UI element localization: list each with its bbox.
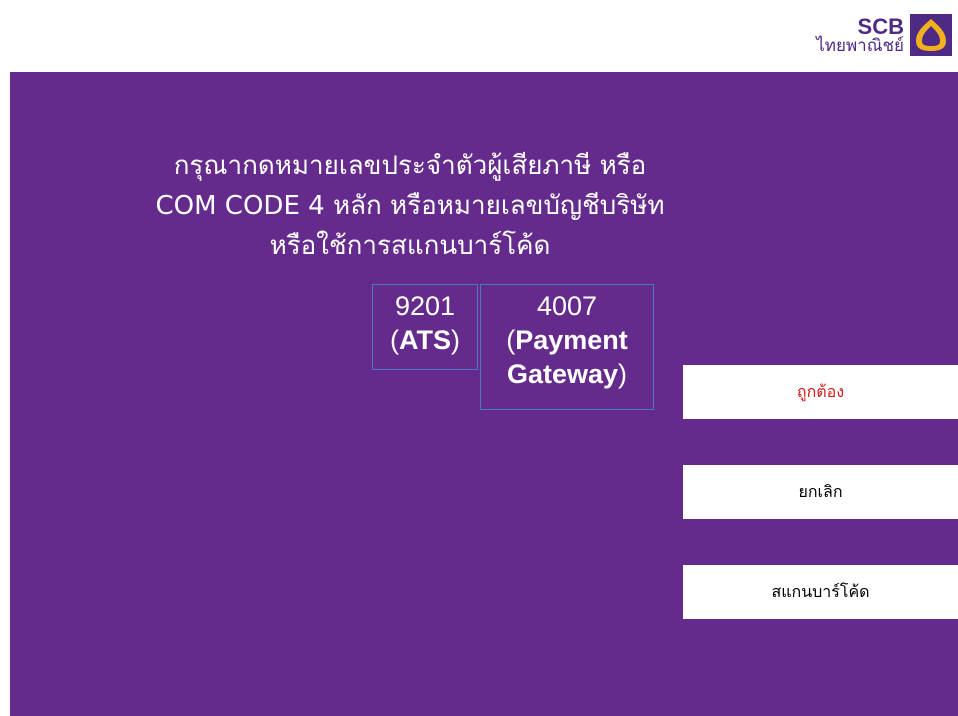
code-box-ats: 9201 (ATS) xyxy=(372,284,478,370)
code-number: 4007 xyxy=(536,291,598,321)
instruction-line-1: กรุณากดหมายเลขประจำตัวผู้เสียภาษี หรือ xyxy=(173,151,647,181)
code-box-payment-gateway: 4007 (Payment Gateway) xyxy=(480,284,654,410)
scb-logo: SCB ไทยพาณิชย์ xyxy=(816,14,952,56)
instruction-text: กรุณากดหมายเลขประจำตัวผู้เสียภาษี หรือ C… xyxy=(10,146,810,266)
logo-brand-name: SCB xyxy=(857,13,904,39)
confirm-button[interactable]: ถูกต้อง xyxy=(683,365,958,419)
scan-barcode-button[interactable]: สแกนบาร์โค้ด xyxy=(683,565,958,619)
code-label-line-1: (Payment xyxy=(506,325,628,355)
instruction-line-3: หรือใช้การสแกนบาร์โค้ด xyxy=(269,231,551,261)
logo-thai-name: ไทยพาณิชย์ xyxy=(816,35,904,56)
code-label: (ATS) xyxy=(390,325,460,355)
main-panel: กรุณากดหมายเลขประจำตัวผู้เสียภาษี หรือ C… xyxy=(10,72,958,716)
code-number: 9201 xyxy=(394,291,456,321)
logo-text: SCB ไทยพาณิชย์ xyxy=(816,13,904,56)
cancel-button[interactable]: ยกเลิก xyxy=(683,465,958,519)
instruction-line-2: COM CODE 4 หลัก หรือหมายเลขบัญชีบริษัท xyxy=(155,191,665,221)
cancel-button-label: ยกเลิก xyxy=(798,481,843,501)
scan-barcode-button-label: สแกนบาร์โค้ด xyxy=(771,581,870,601)
code-label-line-2: Gateway) xyxy=(506,359,628,389)
scb-emblem-icon xyxy=(910,14,952,56)
confirm-button-label: ถูกต้อง xyxy=(796,381,845,401)
